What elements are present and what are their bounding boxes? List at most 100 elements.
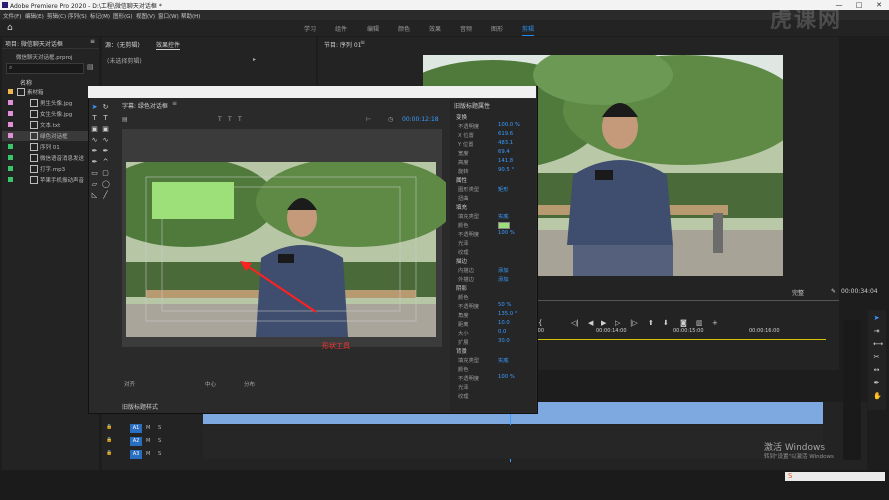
property-label[interactable]: 不透明度: [458, 374, 479, 382]
name-column-header[interactable]: 名称: [20, 78, 32, 87]
project-item[interactable]: 打字.mp3: [2, 164, 97, 174]
wedge-tool-icon[interactable]: ◺: [91, 192, 98, 199]
property-label[interactable]: 扭曲: [458, 194, 469, 202]
property-label[interactable]: 角度: [458, 311, 469, 319]
ime-icon[interactable]: S: [788, 472, 792, 480]
project-tab[interactable]: 项目: 微信聊天对话框: [5, 39, 63, 48]
property-value[interactable]: 10.0: [498, 320, 510, 326]
vertical-area-type-icon[interactable]: ▣: [102, 126, 109, 133]
property-label[interactable]: 颜色: [458, 365, 469, 373]
property-value[interactable]: 30.0: [498, 338, 510, 344]
mute-m[interactable]: M: [146, 425, 150, 431]
slip-tool-icon[interactable]: ↔: [873, 367, 880, 374]
property-label[interactable]: 外描边: [458, 275, 474, 283]
property-value[interactable]: 69.4: [498, 149, 510, 155]
button-editor-icon[interactable]: +: [712, 319, 718, 327]
panel-menu-icon[interactable]: ≡: [90, 38, 95, 45]
delete-anchor-icon[interactable]: ✒: [102, 148, 109, 155]
fill-color-swatch[interactable]: [498, 222, 510, 229]
track-select-icon[interactable]: ⇥: [873, 328, 880, 335]
menu-edit[interactable]: 编辑(E): [25, 12, 44, 20]
ripple-edit-icon[interactable]: ⟷: [873, 341, 883, 348]
new-title-icon[interactable]: ▤: [122, 116, 128, 123]
italic-icon[interactable]: T: [228, 116, 232, 123]
play-icon[interactable]: ▶: [601, 319, 606, 327]
property-value[interactable]: 141.8: [498, 158, 513, 164]
chevron-right-icon[interactable]: ▸: [253, 56, 256, 63]
property-label[interactable]: 大小: [458, 329, 469, 337]
project-item[interactable]: 序列 01: [2, 142, 97, 152]
property-value[interactable]: 100.0 %: [498, 122, 520, 128]
project-item[interactable]: 苹果手机振动声音: [2, 175, 97, 185]
selection-tool-icon[interactable]: ➤: [91, 104, 98, 111]
property-value[interactable]: 100 %: [498, 374, 515, 380]
property-value[interactable]: 100 %: [498, 230, 515, 236]
program-scrub-bar[interactable]: [537, 300, 839, 301]
mute-m[interactable]: M: [146, 438, 150, 444]
workspace-graphics[interactable]: 图形: [491, 24, 503, 33]
property-label[interactable]: 光泽: [458, 239, 469, 247]
property-label[interactable]: 内描边: [458, 266, 474, 274]
project-item[interactable]: 文本.txt: [2, 120, 97, 130]
property-section[interactable]: 变换: [456, 113, 467, 121]
area-type-icon[interactable]: ▣: [91, 126, 98, 133]
panel-menu-icon[interactable]: ≡: [360, 39, 365, 46]
property-label[interactable]: 高度: [458, 158, 469, 166]
property-label[interactable]: 纹理: [458, 248, 469, 256]
workspace-effects[interactable]: 效果: [429, 24, 441, 33]
project-search-input[interactable]: ⌕: [6, 63, 84, 74]
project-item[interactable]: 女生头像.jpg: [2, 109, 97, 119]
vertical-path-type-icon[interactable]: ∿: [102, 137, 109, 144]
panel-menu-icon[interactable]: ≡: [172, 100, 177, 107]
menu-marker[interactable]: 标记(M): [90, 12, 110, 20]
menu-help[interactable]: 帮助(H): [181, 12, 200, 20]
frame-back-icon[interactable]: ◀: [588, 319, 593, 327]
property-section[interactable]: 填充: [456, 203, 467, 211]
solo-s[interactable]: S: [158, 451, 161, 457]
property-label[interactable]: 宽度: [458, 149, 469, 157]
property-label[interactable]: Y 位置: [458, 140, 474, 148]
workspace-color[interactable]: 颜色: [398, 24, 410, 33]
lock-icon[interactable]: 🔒: [106, 437, 112, 443]
step-back-icon[interactable]: ◁|: [571, 319, 579, 327]
track-label-a3[interactable]: A3: [130, 450, 142, 459]
property-section[interactable]: 背景: [456, 347, 467, 355]
solo-s[interactable]: S: [158, 438, 161, 444]
vertical-type-icon[interactable]: T: [102, 115, 109, 122]
lock-icon[interactable]: 🔒: [106, 424, 112, 430]
work-area-bar[interactable]: [536, 339, 826, 340]
property-label[interactable]: 距离: [458, 320, 469, 328]
property-value[interactable]: 50 %: [498, 302, 511, 308]
property-label[interactable]: 颜色: [458, 293, 469, 301]
frame-forward-icon[interactable]: ▷: [615, 319, 620, 327]
convert-anchor-icon[interactable]: ^: [102, 159, 109, 166]
property-value[interactable]: 135.0 °: [498, 311, 518, 317]
menu-clip[interactable]: 剪辑(C): [47, 12, 66, 20]
menu-view[interactable]: 视图(V): [136, 12, 155, 20]
rotation-tool-icon[interactable]: ↻: [102, 104, 109, 111]
project-item[interactable]: 微信语音消息发送: [2, 153, 97, 163]
property-label[interactable]: 光泽: [458, 383, 469, 391]
type-tool-icon[interactable]: T: [91, 115, 98, 122]
property-value[interactable]: 483.1: [498, 140, 513, 146]
property-section[interactable]: 描边: [456, 257, 467, 265]
property-value[interactable]: 矩形: [498, 185, 509, 193]
menu-file[interactable]: 文件(F): [3, 12, 21, 20]
property-value[interactable]: 实底: [498, 356, 509, 364]
property-value[interactable]: 添加: [498, 275, 509, 283]
rounded-corner-icon[interactable]: ◯: [102, 181, 110, 188]
hand-tool-icon[interactable]: ✋: [873, 393, 882, 400]
track-label-a2[interactable]: A2: [130, 437, 142, 446]
pen-tool-icon[interactable]: ✒: [873, 380, 880, 387]
workspace-clip[interactable]: 剪辑: [522, 24, 535, 36]
path-type-icon[interactable]: ∿: [91, 137, 98, 144]
menu-window[interactable]: 窗口(W): [158, 12, 179, 20]
export-frame-icon[interactable]: ◙: [680, 319, 687, 327]
property-value[interactable]: 90.5 °: [498, 167, 514, 173]
tab-stops-icon[interactable]: ⊢: [366, 116, 371, 123]
workspace-assembly[interactable]: 组件: [335, 24, 347, 33]
property-label[interactable]: 填充类型: [458, 356, 479, 364]
step-forward-icon[interactable]: |▷: [630, 319, 638, 327]
lift-icon[interactable]: ⬆: [648, 319, 654, 327]
pen-tool-icon[interactable]: ✒: [91, 148, 98, 155]
